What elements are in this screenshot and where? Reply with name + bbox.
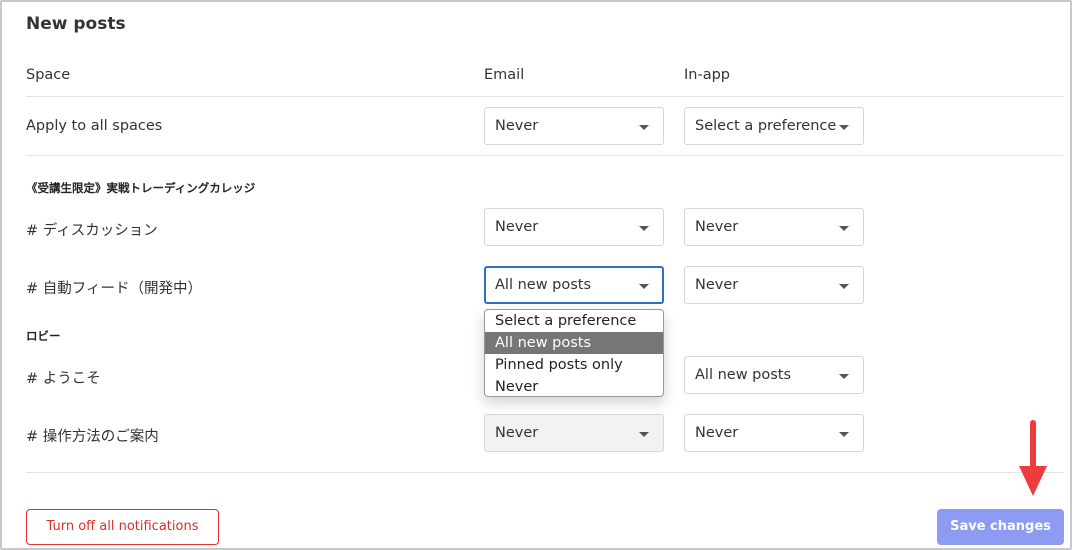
row-label-welcome: # ようこそ — [26, 371, 101, 387]
caret-down-icon — [639, 432, 649, 437]
select-value: Never — [695, 277, 739, 293]
caret-down-icon — [839, 284, 849, 289]
select-value: Never — [495, 219, 539, 235]
select-value: Never — [695, 219, 739, 235]
divider — [26, 155, 1063, 156]
dropdown-option-all-new-posts[interactable]: All new posts — [485, 332, 663, 354]
arrow-down-icon — [1030, 420, 1036, 470]
inapp-select-welcome[interactable]: All new posts — [684, 356, 864, 394]
select-value: All new posts — [495, 277, 592, 293]
email-select-apply-all[interactable]: Never — [484, 107, 664, 145]
row-label-autofeed: # 自動フィード（開発中） — [26, 281, 202, 297]
inapp-select-autofeed[interactable]: Never — [684, 266, 864, 304]
select-value: Never — [695, 425, 739, 441]
dropdown-option-pinned-posts-only[interactable]: Pinned posts only — [485, 354, 663, 376]
email-select-discussion[interactable]: Never — [484, 208, 664, 246]
select-value: Never — [495, 425, 539, 441]
section-title: New posts — [26, 14, 126, 34]
caret-down-icon — [839, 226, 849, 231]
select-value: Never — [495, 118, 539, 134]
email-options-dropdown: Select a preference All new posts Pinned… — [484, 309, 664, 397]
select-value: Select a preference — [695, 118, 837, 134]
email-select-guide[interactable]: Never — [484, 414, 664, 452]
inapp-select-discussion[interactable]: Never — [684, 208, 864, 246]
email-select-autofeed[interactable]: All new posts — [484, 266, 664, 304]
column-header-inapp: In-app — [684, 67, 730, 83]
caret-down-icon — [839, 432, 849, 437]
row-label-discussion: # ディスカッション — [26, 223, 158, 239]
caret-down-icon — [639, 226, 649, 231]
arrow-head — [1019, 466, 1047, 496]
caret-down-icon — [839, 374, 849, 379]
caret-down-icon — [639, 284, 649, 289]
inapp-select-apply-all[interactable]: Select a preference — [684, 107, 864, 145]
column-header-email: Email — [484, 67, 525, 83]
caret-down-icon — [639, 125, 649, 130]
row-label-guide: # 操作方法のご案内 — [26, 429, 159, 445]
space-group-heading: 《受講生限定》実戦トレーディングカレッジ — [26, 181, 256, 195]
column-header-space: Space — [26, 67, 71, 83]
caret-down-icon — [839, 125, 849, 130]
inapp-select-guide[interactable]: Never — [684, 414, 864, 452]
save-changes-button[interactable]: Save changes — [937, 509, 1064, 545]
select-value: All new posts — [695, 367, 792, 383]
row-label-apply-all: Apply to all spaces — [26, 118, 163, 134]
divider — [26, 96, 1063, 97]
space-group-heading: ロビー — [26, 329, 61, 343]
turn-off-all-notifications-button[interactable]: Turn off all notifications — [26, 509, 219, 545]
dropdown-option-never[interactable]: Never — [485, 376, 663, 396]
divider — [26, 472, 1063, 473]
dropdown-option-select-preference[interactable]: Select a preference — [485, 310, 663, 332]
